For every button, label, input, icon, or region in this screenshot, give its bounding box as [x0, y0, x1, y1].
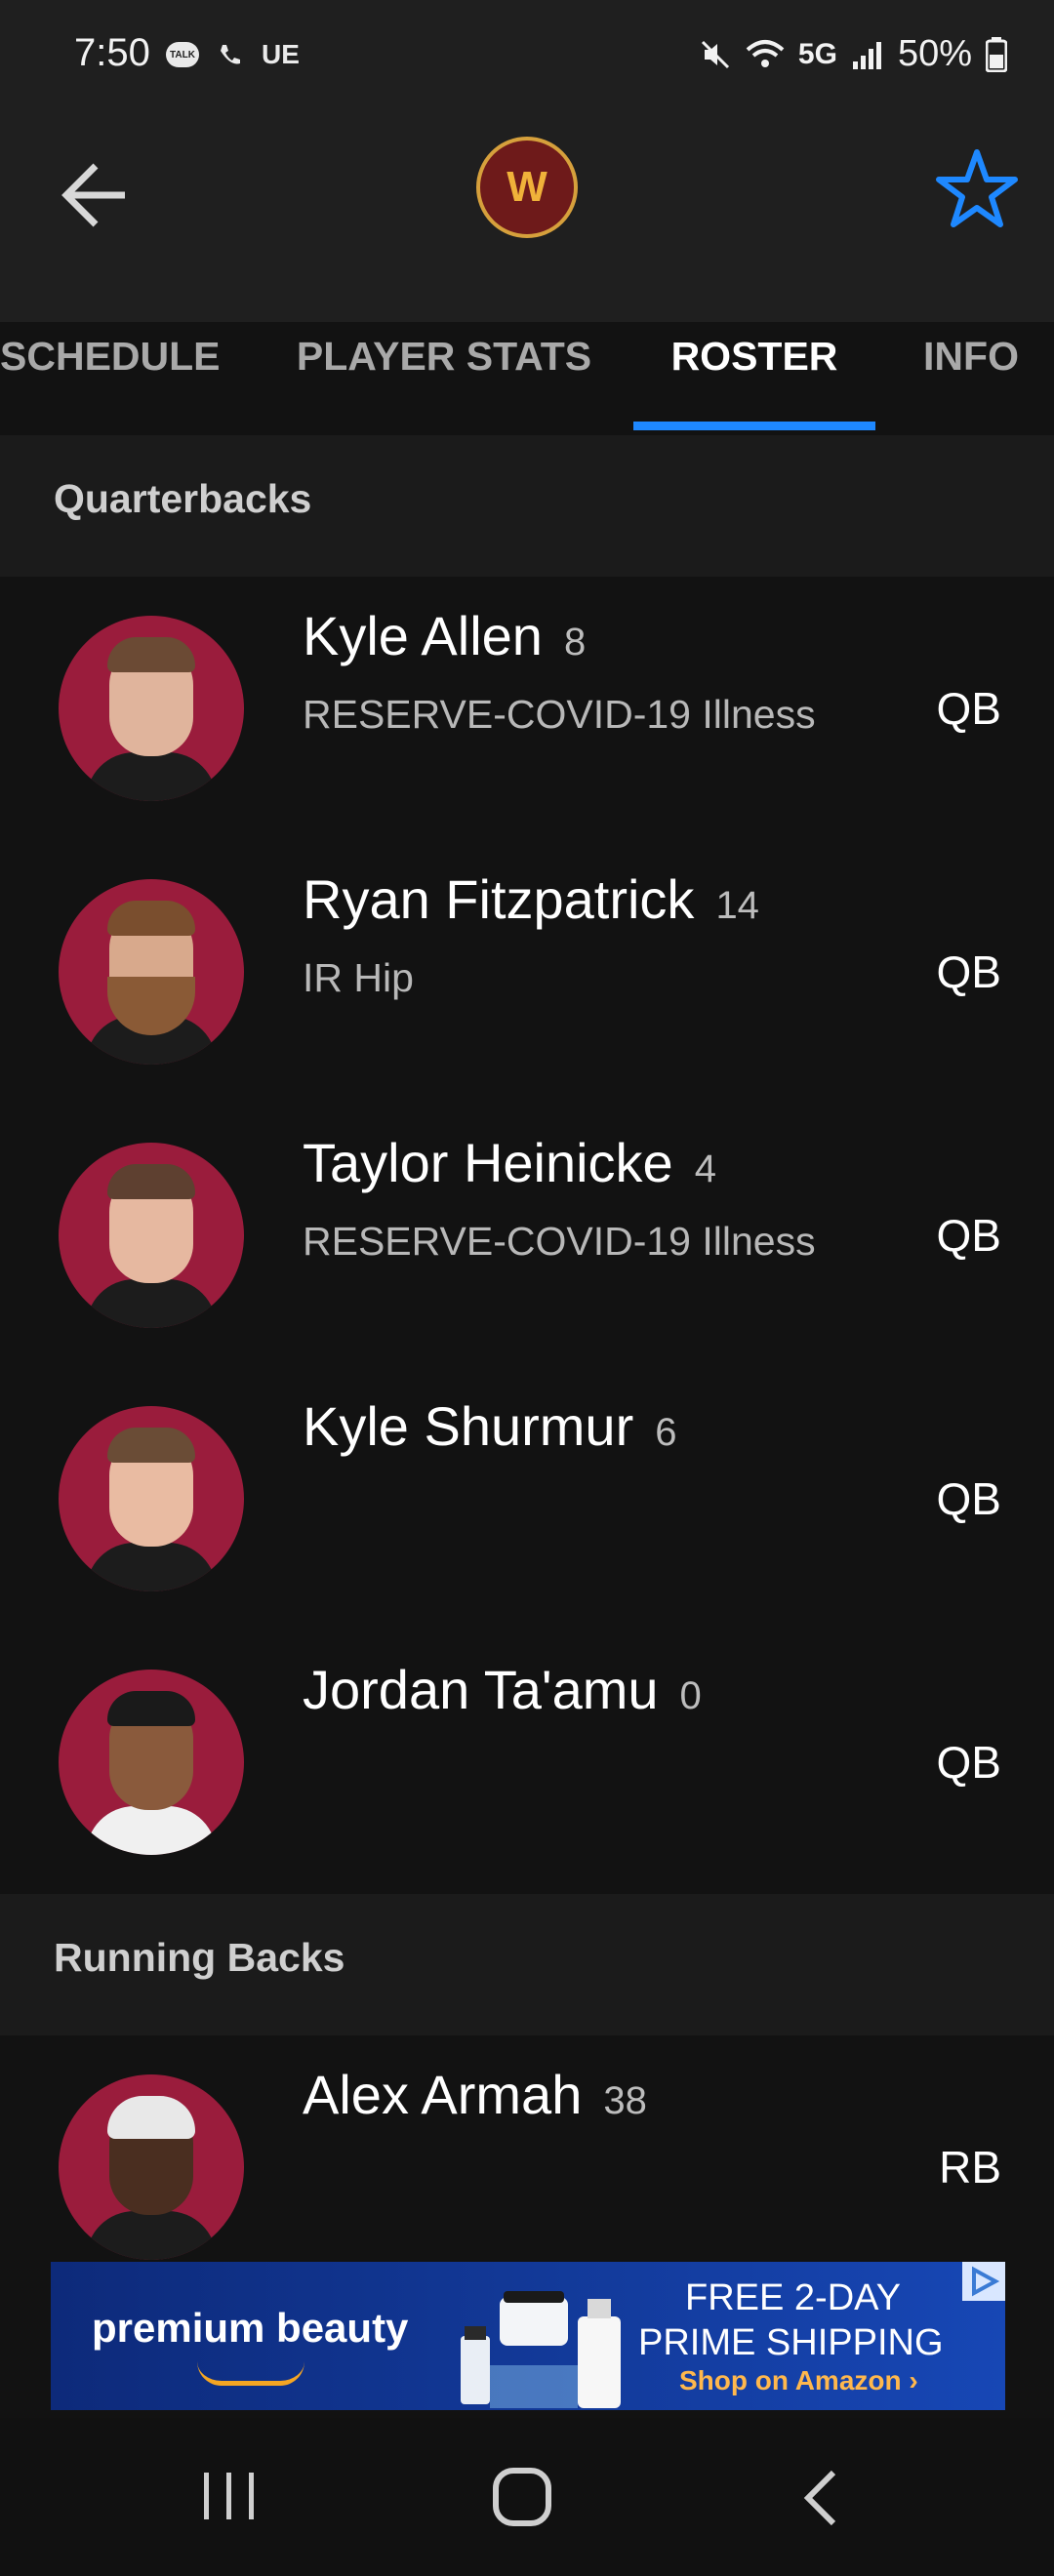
- player-row[interactable]: Kyle Allen 8 RESERVE-COVID-19 Illness QB: [0, 577, 1054, 840]
- ad-banner[interactable]: premium beauty FREE 2-DAY PRIME SHIPPING…: [51, 2262, 1005, 2410]
- ad-promo-line-2: PRIME SHIPPING: [638, 2322, 944, 2363]
- player-avatar: [59, 1406, 244, 1591]
- team-logo-letter: W: [507, 163, 547, 211]
- player-avatar: [59, 2074, 244, 2260]
- status-bar: 7:50 TALK UE 5G 50%: [0, 0, 1054, 117]
- battery-icon: [986, 36, 1007, 72]
- status-left-icons: TALK UE: [166, 39, 300, 70]
- player-name-line: Kyle Shurmur 6: [303, 1394, 676, 1458]
- team-logo: W: [476, 137, 578, 238]
- player-status: RESERVE-COVID-19 Illness: [303, 692, 816, 737]
- beauty-products-image: [461, 2291, 621, 2408]
- ad-promo-line-1: FREE 2-DAY: [685, 2277, 902, 2318]
- system-nav-bar: [0, 2418, 1054, 2576]
- player-position: QB: [936, 683, 1001, 734]
- ad-choices-icon[interactable]: [962, 2262, 1005, 2301]
- player-status: RESERVE-COVID-19 Illness: [303, 1219, 816, 1264]
- player-number: 6: [655, 1411, 677, 1454]
- player-position: RB: [939, 2142, 1001, 2193]
- back-arrow-icon[interactable]: [57, 156, 135, 234]
- section-header-running-backs: Running Backs: [0, 1894, 1054, 2035]
- player-position: QB: [936, 1473, 1001, 1524]
- wifi-calling-icon: [221, 45, 240, 64]
- recent-apps-icon[interactable]: [200, 2467, 259, 2525]
- player-number: 0: [679, 1674, 702, 1717]
- status-right-icons: 5G 50%: [699, 33, 1007, 75]
- player-name-line: Alex Armah 38: [303, 2063, 647, 2126]
- player-row[interactable]: Jordan Ta'amu 0 QB: [0, 1630, 1054, 1894]
- favorite-star-icon[interactable]: [935, 146, 1019, 230]
- player-avatar: [59, 1143, 244, 1328]
- carrier-label: UE: [262, 39, 300, 69]
- player-avatar: [59, 616, 244, 801]
- section-title: Quarterbacks: [54, 476, 312, 521]
- signal-icon: [852, 41, 881, 69]
- player-row[interactable]: Kyle Shurmur 6 QB: [0, 1367, 1054, 1630]
- tab-indicator: [633, 422, 875, 430]
- app-bar: W SCHEDULE PLAYER STATS ROSTER INFO: [0, 117, 1054, 379]
- tab-roster[interactable]: ROSTER: [633, 307, 875, 405]
- talk-icon: TALK: [166, 42, 199, 67]
- player-name-line: Taylor Heinicke 4: [303, 1131, 716, 1194]
- home-icon[interactable]: [490, 2465, 554, 2529]
- player-row[interactable]: Alex Armah 38 RB: [0, 2035, 1054, 2299]
- tab-info[interactable]: INFO: [898, 307, 1044, 405]
- ad-cta[interactable]: Shop on Amazon ›: [679, 2365, 918, 2396]
- tab-player-stats[interactable]: PLAYER STATS: [283, 307, 605, 405]
- player-name: Jordan Ta'amu: [303, 1659, 659, 1720]
- ad-brand: premium beauty: [92, 2305, 409, 2351]
- player-position: QB: [936, 946, 1001, 997]
- mute-icon: [701, 40, 729, 68]
- player-number: 38: [603, 2079, 647, 2122]
- wifi-icon: [746, 39, 785, 67]
- player-number: 8: [563, 621, 587, 664]
- player-status: IR Hip: [303, 955, 414, 1000]
- player-name: Ryan Fitzpatrick: [303, 868, 695, 930]
- player-name-line: Jordan Ta'amu 0: [303, 1658, 702, 1721]
- section-header-quarterbacks: Quarterbacks: [0, 435, 1054, 577]
- section-title: Running Backs: [54, 1935, 345, 1980]
- status-time: 7:50: [74, 31, 150, 74]
- tab-bar: SCHEDULE PLAYER STATS ROSTER INFO: [0, 307, 1054, 405]
- player-name: Alex Armah: [303, 2064, 583, 2125]
- player-number: 14: [715, 884, 759, 927]
- network-type: 5G: [797, 37, 837, 70]
- player-avatar: [59, 879, 244, 1065]
- player-position: QB: [936, 1210, 1001, 1261]
- back-icon[interactable]: [792, 2467, 851, 2529]
- player-name: Taylor Heinicke: [303, 1132, 673, 1193]
- player-number: 4: [694, 1147, 716, 1190]
- tab-schedule[interactable]: SCHEDULE: [0, 307, 224, 405]
- player-name: Kyle Shurmur: [303, 1395, 634, 1457]
- amazon-smile-icon: [197, 2361, 304, 2386]
- player-position: QB: [936, 1737, 1001, 1788]
- player-name-line: Kyle Allen 8: [303, 604, 586, 667]
- player-row[interactable]: Taylor Heinicke 4 RESERVE-COVID-19 Illnes…: [0, 1104, 1054, 1367]
- battery-percent: 50%: [897, 33, 972, 74]
- player-name-line: Ryan Fitzpatrick 14: [303, 867, 759, 931]
- player-avatar: [59, 1670, 244, 1855]
- player-name: Kyle Allen: [303, 605, 543, 666]
- player-row[interactable]: Ryan Fitzpatrick 14 IR Hip QB: [0, 840, 1054, 1104]
